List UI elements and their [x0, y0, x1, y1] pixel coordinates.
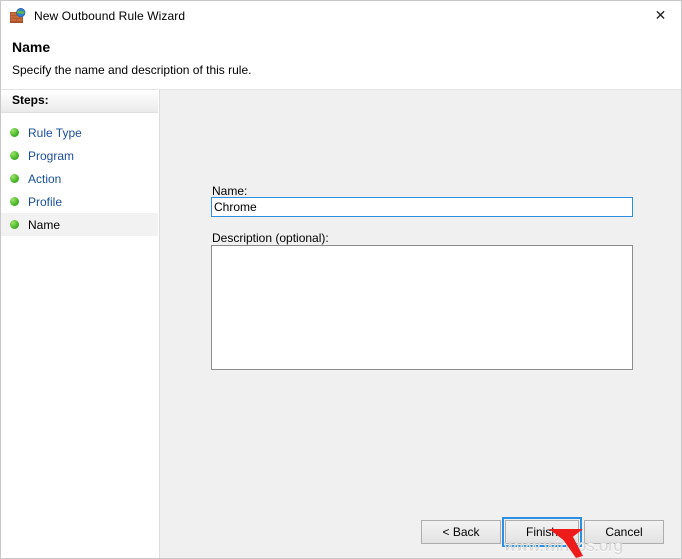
sidebar-item-rule-type[interactable]: Rule Type [1, 121, 158, 144]
page-subtitle: Specify the name and description of this… [12, 63, 252, 77]
name-field-label: Name: [212, 184, 248, 198]
name-input[interactable] [211, 197, 633, 217]
window-title: New Outbound Rule Wizard [34, 9, 186, 23]
sidebar-item-label: Action [28, 171, 62, 186]
close-icon[interactable]: ✕ [638, 1, 681, 30]
steps-heading-bar: Steps: [1, 90, 158, 113]
step-bullet-icon [10, 151, 19, 160]
new-outbound-rule-wizard-window: New Outbound Rule Wizard ✕ Name Specify … [0, 0, 682, 559]
back-button[interactable]: < Back [421, 520, 501, 544]
description-textarea[interactable] [211, 245, 633, 370]
sidebar-item-label: Name [28, 217, 61, 232]
page-title: Name [12, 39, 51, 55]
step-bullet-icon [10, 197, 19, 206]
step-bullet-icon [10, 220, 19, 229]
sidebar-item-name[interactable]: Name [1, 213, 158, 236]
sidebar-item-program[interactable]: Program [1, 144, 158, 167]
step-bullet-icon [10, 174, 19, 183]
wizard-content-panel: Name: Description (optional): [159, 89, 681, 558]
steps-sidebar: Steps: Rule Type Program Action Profile … [1, 89, 158, 558]
sidebar-item-action[interactable]: Action [1, 167, 158, 190]
sidebar-item-profile[interactable]: Profile [1, 190, 158, 213]
description-field-label: Description (optional): [212, 231, 329, 245]
step-bullet-icon [10, 128, 19, 137]
wizard-page-header: Name Specify the name and description of… [1, 31, 681, 89]
finish-button[interactable]: Finish [502, 517, 582, 547]
steps-list: Rule Type Program Action Profile Name [1, 113, 158, 236]
steps-heading: Steps: [12, 93, 49, 107]
firewall-globe-icon [10, 8, 26, 24]
sidebar-item-label: Rule Type [28, 125, 82, 140]
window-title-bar: New Outbound Rule Wizard ✕ [1, 1, 681, 31]
sidebar-item-label: Program [28, 148, 75, 163]
cancel-button[interactable]: Cancel [584, 520, 664, 544]
sidebar-item-label: Profile [28, 194, 63, 209]
